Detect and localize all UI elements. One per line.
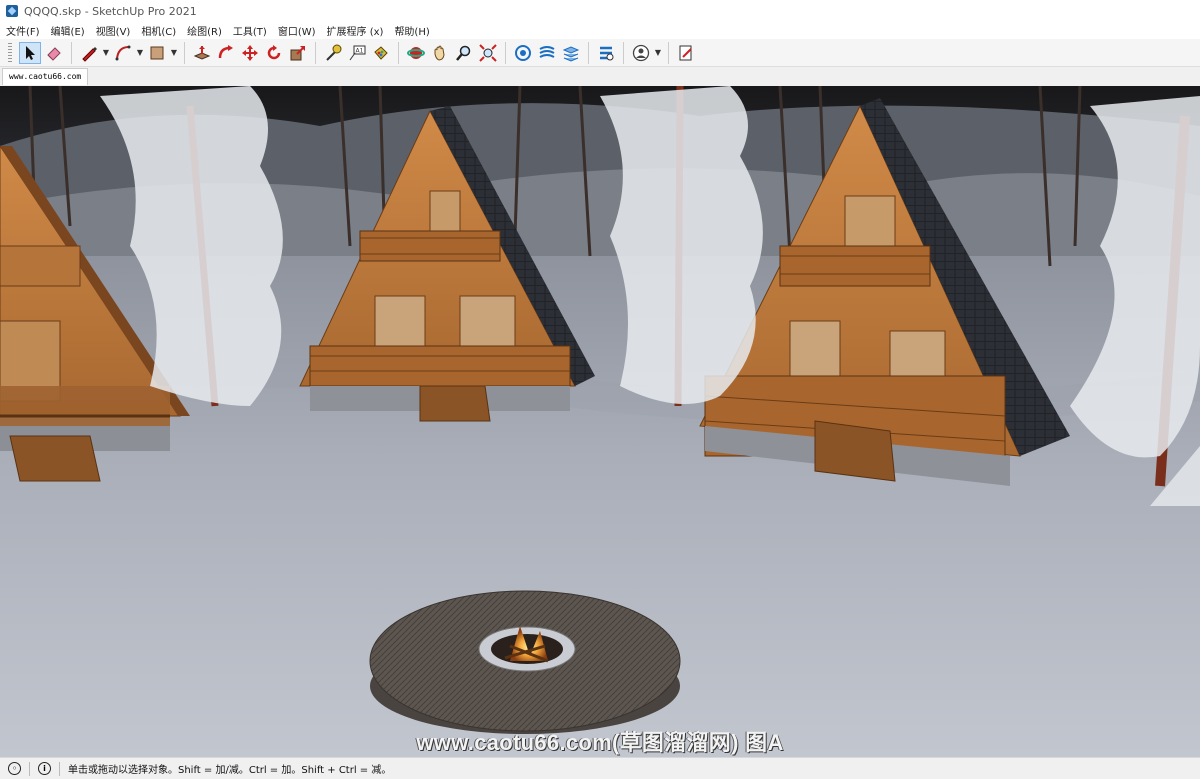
rectangle-tool-dropdown-icon[interactable]: ▼ bbox=[169, 42, 179, 64]
orbit-tool-button[interactable] bbox=[405, 42, 427, 64]
scale-icon bbox=[290, 45, 305, 60]
status-bar: ◦ i 单击或拖动以选择对象。Shift = 加/减。Ctrl = 加。Shif… bbox=[0, 757, 1200, 779]
rectangle-icon bbox=[150, 46, 164, 59]
toolbar-separator bbox=[505, 41, 506, 64]
main-toolbar: ▼ ▼ ▼ A1 ▼ bbox=[0, 39, 1200, 67]
title-bar: QQQQ.skp - SketchUp Pro 2021 bbox=[0, 0, 1200, 22]
arc-tool-button[interactable] bbox=[112, 42, 134, 64]
zoom-extents-tool-button[interactable] bbox=[477, 42, 499, 64]
sketchup-app-icon bbox=[6, 5, 18, 17]
toolbar-separator bbox=[398, 41, 399, 64]
toolbar-separator bbox=[315, 41, 316, 64]
instructor-help-icon[interactable]: i bbox=[38, 762, 51, 775]
menu-bar: 文件(F) 编辑(E) 视图(V) 相机(C) 绘图(R) 工具(T) 窗口(W… bbox=[0, 22, 1200, 39]
arc-icon bbox=[115, 45, 131, 60]
status-divider bbox=[59, 761, 60, 776]
rotate-icon bbox=[267, 44, 281, 59]
pencil-line-icon bbox=[82, 46, 97, 62]
account-dropdown-icon[interactable]: ▼ bbox=[653, 42, 663, 64]
select-icon bbox=[26, 45, 35, 60]
follow-me-icon bbox=[218, 44, 233, 58]
text-label-icon: A1 bbox=[349, 45, 366, 60]
rotate-tool-button[interactable] bbox=[263, 42, 285, 64]
scale-tool-button[interactable] bbox=[287, 42, 309, 64]
menu-help[interactable]: 帮助(H) bbox=[394, 23, 429, 38]
pan-tool-button[interactable] bbox=[429, 42, 451, 64]
toolbar-separator bbox=[184, 41, 185, 64]
scene-render bbox=[0, 86, 1200, 757]
extension-manager-button[interactable] bbox=[595, 42, 617, 64]
layout-button[interactable] bbox=[560, 42, 582, 64]
extension-manager-icon bbox=[600, 46, 614, 60]
menu-view[interactable]: 视图(V) bbox=[96, 23, 131, 38]
warehouse-icon bbox=[515, 44, 531, 61]
paint-bucket-icon bbox=[374, 45, 388, 60]
status-message: 单击或拖动以选择对象。Shift = 加/减。Ctrl = 加。Shift + … bbox=[68, 765, 392, 776]
layout-icon bbox=[562, 45, 580, 62]
menu-draw[interactable]: 绘图(R) bbox=[187, 23, 222, 38]
toolbar-separator bbox=[668, 41, 669, 64]
toolbar-separator bbox=[71, 41, 72, 64]
scene-tab[interactable]: www.caotu66.com bbox=[2, 68, 89, 85]
pan-icon bbox=[434, 45, 445, 61]
line-tool-dropdown-icon[interactable]: ▼ bbox=[101, 42, 111, 64]
3d-viewport[interactable]: www.caotu66.com(草图溜溜网) 图A bbox=[0, 86, 1200, 757]
tape-measure-icon bbox=[326, 44, 342, 61]
select-tool-button[interactable] bbox=[19, 41, 41, 64]
watermark-text: www.caotu66.com(草图溜溜网) 图A bbox=[416, 730, 784, 755]
account-button[interactable] bbox=[630, 42, 652, 64]
eraser-icon bbox=[47, 46, 61, 61]
toolbar-separator bbox=[623, 41, 624, 64]
toolbar-grip[interactable] bbox=[8, 42, 12, 63]
model-info-icon[interactable]: ◦ bbox=[8, 762, 21, 775]
orbit-icon bbox=[407, 46, 425, 59]
menu-tools[interactable]: 工具(T) bbox=[233, 23, 267, 38]
text-tool-button[interactable]: A1 bbox=[346, 42, 368, 64]
arc-tool-dropdown-icon[interactable]: ▼ bbox=[135, 42, 145, 64]
tape-measure-tool-button[interactable] bbox=[322, 42, 344, 64]
paint-bucket-tool-button[interactable] bbox=[370, 42, 392, 64]
extension-warehouse-button[interactable] bbox=[536, 42, 558, 64]
menu-camera[interactable]: 相机(C) bbox=[141, 23, 176, 38]
fire-pit bbox=[369, 590, 681, 734]
send-to-layout-icon bbox=[679, 45, 692, 60]
account-icon bbox=[632, 44, 650, 61]
menu-window[interactable]: 窗口(W) bbox=[278, 23, 316, 38]
push-pull-tool-button[interactable] bbox=[191, 42, 213, 64]
extension-warehouse-icon bbox=[539, 45, 555, 58]
move-icon bbox=[242, 44, 258, 61]
zoom-extents-icon bbox=[479, 43, 497, 62]
rectangle-tool-button[interactable] bbox=[146, 42, 168, 64]
3d-warehouse-button[interactable] bbox=[512, 42, 534, 64]
window-title: QQQQ.skp - SketchUp Pro 2021 bbox=[24, 4, 197, 18]
scene-tabs: www.caotu66.com bbox=[0, 67, 1200, 86]
menu-extensions[interactable]: 扩展程序 (x) bbox=[327, 23, 384, 38]
move-tool-button[interactable] bbox=[239, 42, 261, 64]
eraser-tool-button[interactable] bbox=[43, 42, 65, 64]
status-divider bbox=[29, 761, 30, 776]
send-to-layout-button[interactable] bbox=[675, 42, 697, 64]
menu-edit[interactable]: 编辑(E) bbox=[51, 23, 85, 38]
menu-file[interactable]: 文件(F) bbox=[6, 23, 40, 38]
toolbar-separator bbox=[588, 41, 589, 64]
zoom-icon bbox=[456, 45, 471, 61]
line-tool-button[interactable] bbox=[78, 42, 100, 64]
follow-me-tool-button[interactable] bbox=[215, 42, 237, 64]
svg-text:A1: A1 bbox=[356, 47, 364, 54]
zoom-tool-button[interactable] bbox=[453, 42, 475, 64]
push-pull-icon bbox=[193, 45, 211, 60]
